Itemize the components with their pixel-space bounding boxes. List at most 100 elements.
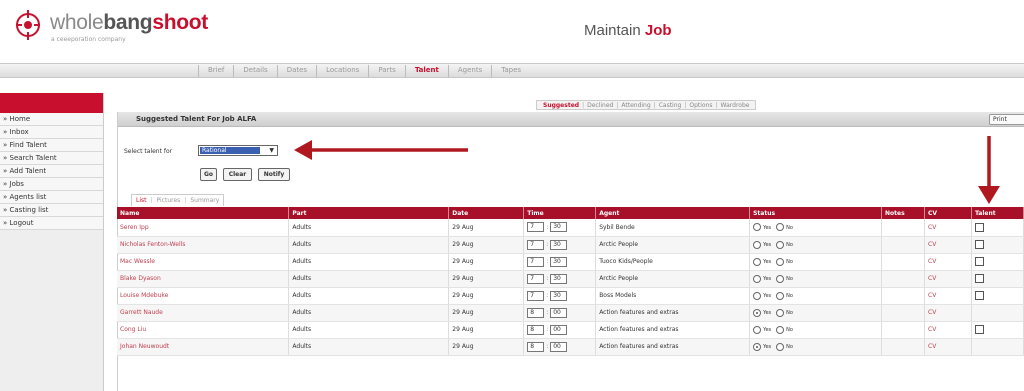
- status-no-radio[interactable]: [776, 257, 785, 266]
- view-tab-list[interactable]: List: [132, 195, 151, 206]
- cv-link[interactable]: CV: [924, 219, 972, 237]
- hour-input[interactable]: 8: [527, 324, 545, 335]
- sidebar-item[interactable]: » Agents list: [0, 191, 103, 204]
- sidebar-item[interactable]: » Casting list: [0, 204, 103, 217]
- notes-cell: [881, 270, 925, 288]
- status-no-radio[interactable]: [776, 223, 785, 232]
- hour-input[interactable]: 7: [527, 290, 545, 301]
- status-yes-radio[interactable]: [753, 223, 762, 232]
- tab-talent[interactable]: Talent: [404, 65, 448, 77]
- hour-input[interactable]: 8: [527, 307, 545, 318]
- minute-input[interactable]: 00: [550, 307, 568, 318]
- status-cell: Yes No: [749, 236, 883, 254]
- print-button[interactable]: Print: [989, 114, 1024, 125]
- talent-name-link[interactable]: Seren Ipp: [117, 219, 290, 237]
- panel-title: Suggested Talent For Job ALFA: [136, 115, 257, 123]
- minute-input[interactable]: 30: [550, 273, 568, 284]
- tab-agents[interactable]: Agents: [447, 65, 491, 77]
- status-no-radio[interactable]: [776, 325, 785, 334]
- date-cell: 29 Aug: [448, 253, 525, 271]
- talent-checkbox[interactable]: [974, 325, 984, 334]
- date-cell: 29 Aug: [448, 321, 525, 339]
- view-tab-pictures[interactable]: Pictures: [153, 195, 185, 206]
- talent-name-link[interactable]: Louise Mdebuke: [117, 287, 290, 305]
- hour-input[interactable]: 7: [527, 222, 545, 233]
- tab-locations[interactable]: Locations: [316, 65, 368, 77]
- talent-name-link[interactable]: Johan Neuwoudt: [117, 338, 290, 356]
- talent-name-link[interactable]: Mac Wessle: [117, 253, 290, 271]
- hour-input[interactable]: 7: [527, 273, 545, 284]
- subtab-wardrobe[interactable]: Wardrobe: [718, 101, 753, 109]
- status-no-radio[interactable]: [776, 342, 785, 351]
- sidebar-item[interactable]: » Jobs: [0, 178, 103, 191]
- sidebar-item[interactable]: » Search Talent: [0, 152, 103, 165]
- panel-header: Suggested Talent For Job ALFA: [118, 112, 1024, 127]
- minute-input[interactable]: 30: [550, 239, 568, 250]
- sidebar-item[interactable]: » Home: [0, 113, 103, 126]
- sidebar-item[interactable]: » Logout: [0, 217, 103, 230]
- brand-tagline: a ceeeporation company: [51, 36, 126, 43]
- hour-input[interactable]: 7: [527, 239, 545, 250]
- cv-link[interactable]: CV: [924, 321, 972, 339]
- hour-input[interactable]: 8: [527, 341, 545, 352]
- talent-name-link[interactable]: Garrett Naude: [117, 304, 290, 322]
- talent-checkbox[interactable]: [974, 291, 984, 300]
- cv-link[interactable]: CV: [924, 338, 972, 356]
- status-no-radio[interactable]: [776, 274, 785, 283]
- cv-link[interactable]: CV: [924, 304, 972, 322]
- subtab-casting[interactable]: Casting: [656, 101, 685, 109]
- tab-brief[interactable]: Brief: [198, 65, 233, 77]
- cv-link[interactable]: CV: [924, 236, 972, 254]
- table-row: Cong Liu Adults 29 Aug 8:00 Action features …: [117, 321, 1024, 339]
- sidebar-item[interactable]: » Add Talent: [0, 165, 103, 178]
- top-navigation: Brief Details Dates Locations Parts Talent Age…: [198, 65, 530, 77]
- status-no-radio[interactable]: [776, 291, 785, 300]
- status-yes-radio[interactable]: [753, 240, 762, 249]
- go-button[interactable]: Go: [200, 168, 217, 181]
- view-tab-summary[interactable]: Summary: [186, 195, 223, 206]
- talent-checkbox[interactable]: [974, 257, 984, 266]
- minute-input[interactable]: 00: [550, 324, 568, 335]
- cv-link[interactable]: CV: [924, 287, 972, 305]
- talent-checkbox[interactable]: [974, 240, 984, 249]
- subtab-attending[interactable]: Attending: [618, 101, 653, 109]
- status-yes-label: Yes: [763, 276, 772, 282]
- sidebar-item[interactable]: » Find Talent: [0, 139, 103, 152]
- subtab-suggested[interactable]: Suggested: [540, 101, 582, 109]
- clear-button[interactable]: Clear: [223, 168, 252, 181]
- status-yes-radio[interactable]: [753, 325, 762, 334]
- column-header-status: Status: [749, 207, 883, 219]
- chevron-down-icon: ▼: [269, 147, 274, 154]
- status-no-radio[interactable]: [776, 240, 785, 249]
- talent-checkbox[interactable]: [974, 274, 984, 283]
- agent-cell: Boss Models: [595, 287, 751, 305]
- minute-input[interactable]: 00: [550, 341, 568, 352]
- sidebar-item[interactable]: » Inbox: [0, 126, 103, 139]
- subtab-options[interactable]: Options: [686, 101, 715, 109]
- tab-tapes[interactable]: Tapes: [491, 65, 530, 77]
- minute-input[interactable]: 30: [550, 256, 568, 267]
- talent-name-link[interactable]: Cong Liu: [117, 321, 290, 339]
- notify-button[interactable]: Notify: [258, 168, 290, 181]
- status-yes-radio[interactable]: [753, 342, 762, 351]
- status-no-radio[interactable]: [776, 308, 785, 317]
- subtab-declined[interactable]: Declined: [584, 101, 616, 109]
- tab-dates[interactable]: Dates: [276, 65, 316, 77]
- minute-input[interactable]: 30: [550, 222, 568, 233]
- cv-link[interactable]: CV: [924, 270, 972, 288]
- cv-link[interactable]: CV: [924, 253, 972, 271]
- talent-name-link[interactable]: Nicholas Fenton-Wells: [117, 236, 290, 254]
- agent-cell: Action features and extras: [595, 338, 751, 356]
- hour-input[interactable]: 7: [527, 256, 545, 267]
- status-yes-radio[interactable]: [753, 274, 762, 283]
- status-yes-radio[interactable]: [753, 257, 762, 266]
- tab-parts[interactable]: Parts: [368, 65, 404, 77]
- part-cell: Adults: [288, 236, 450, 254]
- talent-checkbox[interactable]: [974, 222, 984, 232]
- select-talent-dropdown[interactable]: Rational ▼: [198, 145, 278, 156]
- talent-name-link[interactable]: Blake Dyason: [117, 270, 290, 288]
- status-yes-radio[interactable]: [753, 308, 762, 317]
- status-yes-radio[interactable]: [753, 291, 762, 300]
- tab-details[interactable]: Details: [233, 65, 276, 77]
- minute-input[interactable]: 30: [550, 290, 568, 301]
